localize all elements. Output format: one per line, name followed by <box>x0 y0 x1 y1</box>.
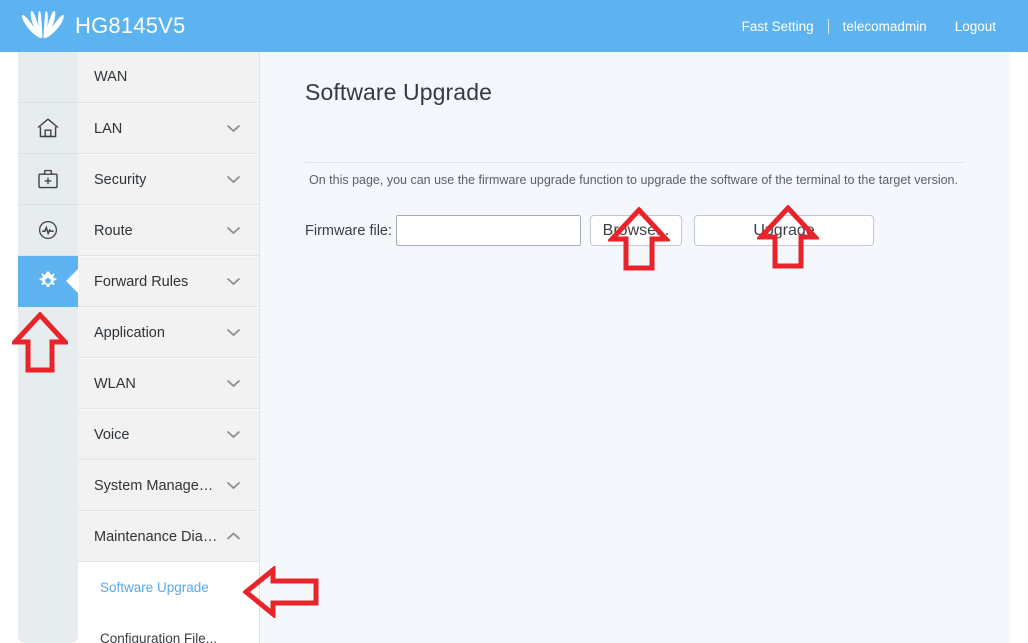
nav-label: Security <box>94 171 147 188</box>
logout-link[interactable]: Logout <box>941 19 1010 34</box>
browse-button[interactable]: Browse... <box>590 215 683 246</box>
firmware-file-label: Firmware file: <box>305 222 393 239</box>
nav-item-application[interactable]: Application <box>78 307 259 358</box>
chevron-down-icon <box>226 478 241 494</box>
header-links: Fast Setting telecomadmin Logout <box>728 0 1010 52</box>
nav-item-wan[interactable]: WAN <box>78 52 259 103</box>
nav-item-route[interactable]: Route <box>78 205 259 256</box>
chevron-down-icon <box>226 223 241 239</box>
chevron-down-icon <box>226 274 241 290</box>
title-divider <box>305 162 965 163</box>
nav-label: Maintenance Diagno.. <box>94 528 220 545</box>
toolbox-plus-icon <box>37 168 59 190</box>
nav-item-voice[interactable]: Voice <box>78 409 259 460</box>
nav-label: Voice <box>94 426 130 443</box>
page-title: Software Upgrade <box>305 79 492 105</box>
brand-title: HG8145V5 <box>75 13 186 38</box>
icon-rail <box>18 52 78 643</box>
upgrade-button[interactable]: Upgrade <box>694 215 875 246</box>
page-header: HG8145V5 Fast Setting telecomadmin Logou… <box>0 0 1028 52</box>
nav-item-lan[interactable]: LAN <box>78 103 259 154</box>
nav-label: WLAN <box>94 375 136 392</box>
content-area: Software Upgrade On this page, you can u… <box>260 52 1010 643</box>
brand: HG8145V5 <box>22 0 185 52</box>
chevron-up-icon <box>226 529 241 545</box>
nav-label: LAN <box>94 120 123 137</box>
nav-label: Forward Rules <box>94 273 189 290</box>
rail-item-toolbox[interactable] <box>18 154 78 205</box>
rail-item-status[interactable] <box>18 205 78 256</box>
firmware-file-input[interactable] <box>396 215 582 246</box>
nav-item-maintenance-diagnosis[interactable]: Maintenance Diagno.. <box>78 511 259 562</box>
fast-setting-link[interactable]: Fast Setting <box>728 19 828 34</box>
router-admin-page: HG8145V5 Fast Setting telecomadmin Logou… <box>0 0 1028 643</box>
nav-label: WAN <box>94 69 128 85</box>
page-description: On this page, you can use the firmware u… <box>309 173 958 187</box>
chevron-down-icon <box>226 427 241 443</box>
chevron-down-icon <box>226 121 241 137</box>
submenu-configuration-file[interactable]: Configuration File... <box>78 613 259 643</box>
nav-item-system-management[interactable]: System Management <box>78 460 259 511</box>
nav-label: Application <box>94 324 165 341</box>
rail-item-home[interactable] <box>18 103 78 154</box>
home-icon <box>36 117 60 139</box>
nav-item-security[interactable]: Security <box>78 154 259 205</box>
telecomadmin-link[interactable]: telecomadmin <box>829 19 941 34</box>
nav-item-wlan[interactable]: WLAN <box>78 358 259 409</box>
submenu-software-upgrade[interactable]: Software Upgrade <box>78 562 259 613</box>
firmware-form-row: Firmware file: Browse... Upgrade <box>305 215 875 246</box>
main-navigation: WAN LAN Security Route Forward Rules App… <box>78 52 260 643</box>
rail-item-settings[interactable] <box>18 256 78 307</box>
maintenance-submenu: Software Upgrade Configuration File... <box>78 562 259 643</box>
nav-item-forward-rules[interactable]: Forward Rules <box>78 256 259 307</box>
chevron-down-icon <box>226 325 241 341</box>
nav-label: System Management <box>94 477 220 494</box>
gauge-pulse-icon <box>37 219 59 241</box>
gear-icon <box>36 269 60 293</box>
rail-blank-cell <box>18 52 78 103</box>
nav-label: Route <box>94 222 133 239</box>
chevron-down-icon <box>226 172 241 188</box>
huawei-petal-logo-icon <box>22 11 64 41</box>
chevron-down-icon <box>226 376 241 392</box>
